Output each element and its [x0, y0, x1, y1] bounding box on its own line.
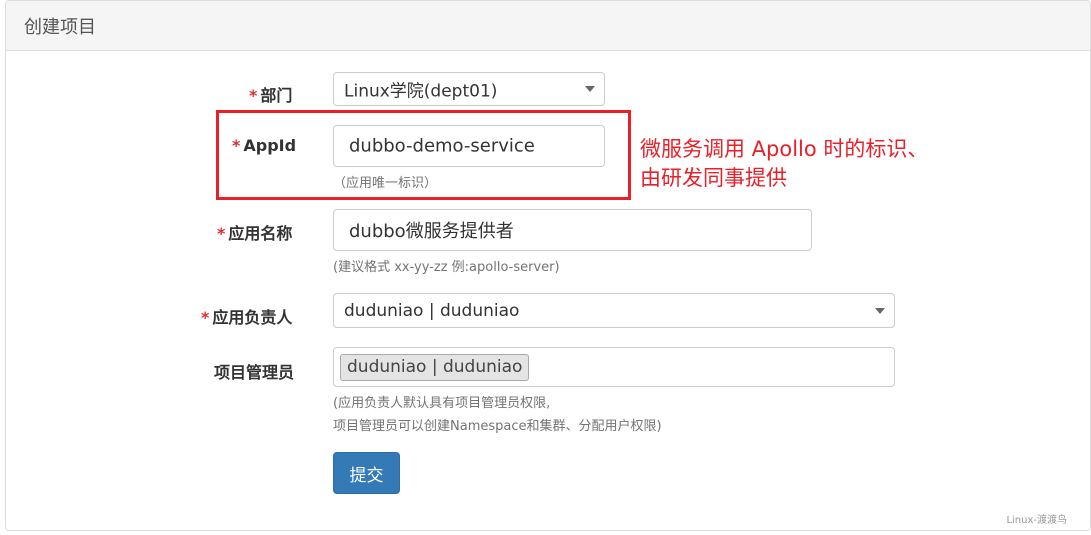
admins-label: 项目管理员	[214, 363, 295, 382]
required-mark: *	[201, 308, 210, 327]
app-name-label: * 应用名称	[217, 224, 293, 243]
highlight-box	[216, 110, 631, 200]
app-name-input[interactable]: dubbo微服务提供者	[333, 209, 812, 251]
department-select[interactable]: Linux学院(dept01)	[333, 72, 605, 106]
admin-tag[interactable]: duduniao | duduniao	[340, 354, 530, 381]
annotation-line2: 由研发同事提供	[640, 166, 787, 190]
annotation-text: 微服务调用 Apollo 时的标识、 由研发同事提供	[640, 135, 928, 193]
admins-help-line1: (应用负责人默认具有项目管理员权限,	[333, 396, 551, 411]
submit-button[interactable]: 提交	[333, 452, 400, 494]
department-selected-value: Linux学院(dept01)	[344, 81, 498, 102]
owner-select[interactable]: duduniao | duduniao	[333, 293, 895, 328]
app-name-help-text: (建议格式 xx-yy-zz 例:apollo-server)	[333, 260, 560, 275]
required-mark: *	[249, 86, 258, 105]
department-label: * 部门	[249, 86, 293, 105]
owner-selected-value: duduniao | duduniao	[344, 300, 520, 321]
required-mark: *	[217, 224, 226, 243]
admins-help-line2: 项目管理员可以创建Namespace和集群、分配用户权限)	[333, 419, 662, 434]
panel-heading: 创建项目	[6, 1, 1090, 51]
app-name-input-value: dubbo微服务提供者	[349, 221, 514, 242]
page-title: 创建项目	[24, 17, 96, 38]
watermark: Linux-渡渡鸟	[1006, 515, 1067, 526]
admins-multiselect[interactable]: duduniao | duduniao	[333, 347, 895, 387]
owner-label: * 应用负责人	[201, 308, 293, 327]
chevron-down-icon	[585, 86, 595, 92]
chevron-down-icon	[875, 307, 885, 314]
annotation-line1: 微服务调用 Apollo 时的标识、	[640, 137, 929, 161]
